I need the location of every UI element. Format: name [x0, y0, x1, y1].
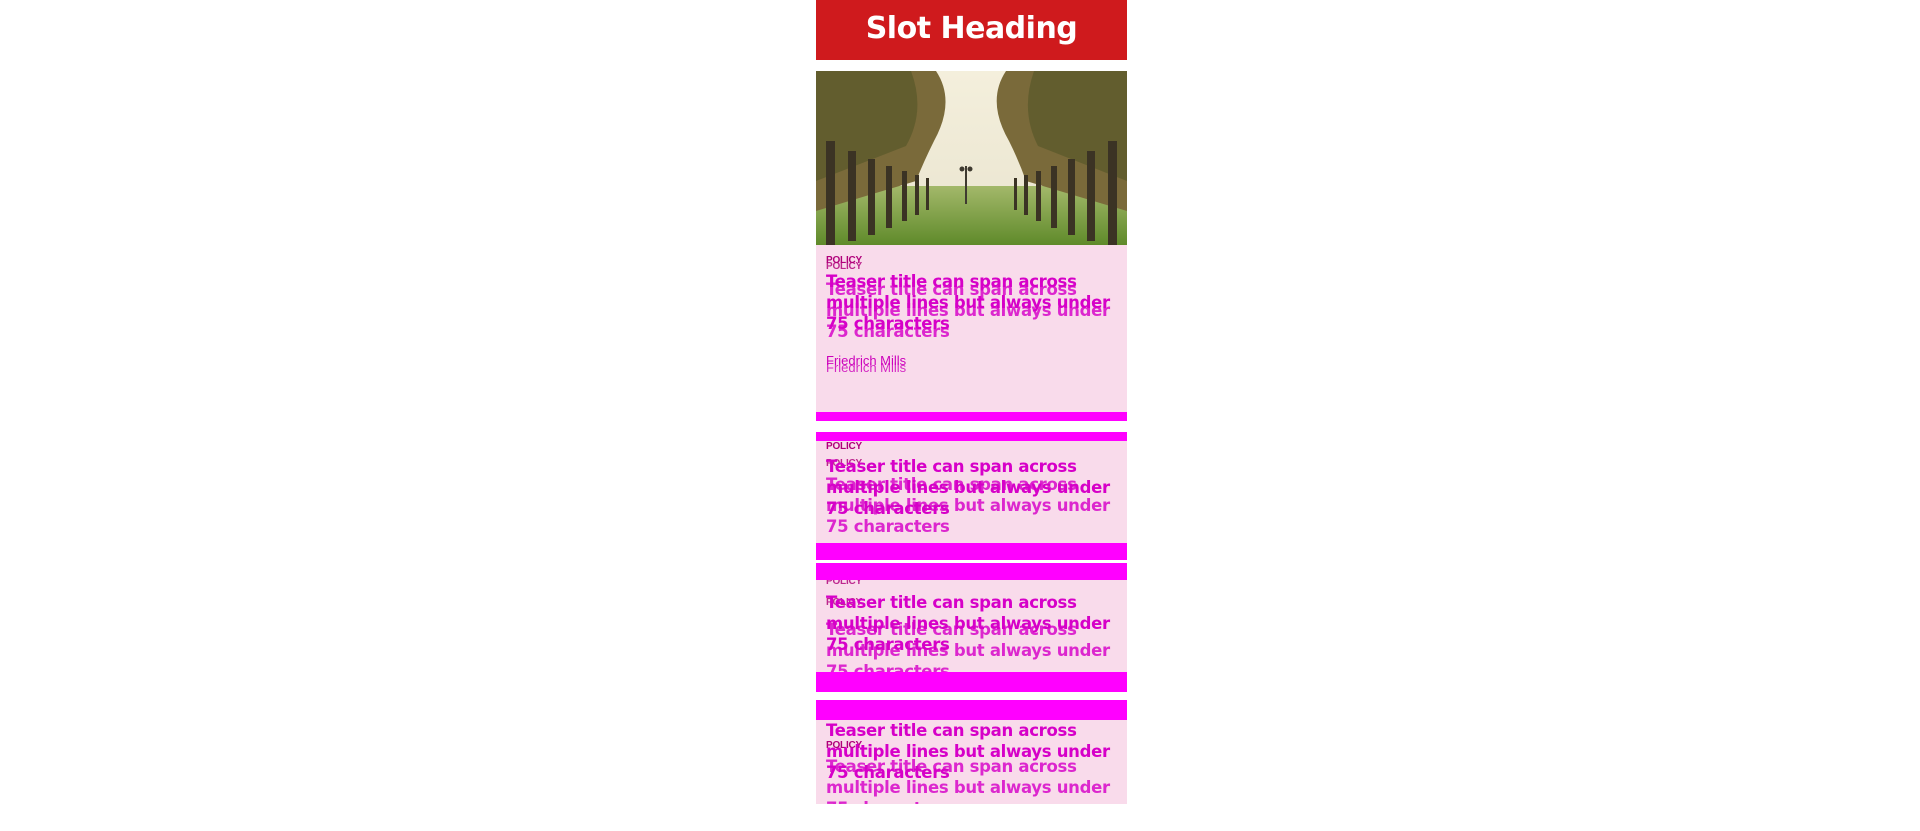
content-slot: Slot Heading POLICY POLICY Teaser title …: [816, 0, 1127, 804]
teaser-card-3[interactable]: POLICY POLICY Teaser title can span acro…: [816, 580, 1127, 672]
teaser-title-duplicate: Teaser title can span across multiple li…: [826, 620, 1110, 672]
teaser-card-2[interactable]: POLICY POLICY Teaser title can span acro…: [816, 441, 1127, 544]
palm-avenue-image: [816, 71, 1127, 245]
slot-heading: Slot Heading: [816, 0, 1127, 60]
teaser-divider: [816, 700, 1127, 720]
hero-image[interactable]: [816, 71, 1127, 245]
teaser-divider: [816, 412, 1127, 421]
teaser-card-1[interactable]: POLICY POLICY Teaser title can span acro…: [816, 245, 1127, 412]
teaser-card-4[interactable]: POLICY Teaser title can span across mult…: [816, 720, 1127, 804]
teaser-title-duplicate: Teaser title can span across multiple li…: [826, 475, 1110, 536]
teaser-category: POLICY: [826, 580, 863, 587]
teaser-title-duplicate: Teaser title can span across multiple li…: [826, 280, 1110, 341]
teaser-divider: [816, 543, 1127, 560]
teaser-divider: [816, 672, 1127, 692]
teaser-category: POLICY: [826, 441, 863, 452]
teaser-title-duplicate: Teaser title can span across multiple li…: [826, 757, 1110, 804]
teaser-author-duplicate: Friedrich Mills: [826, 360, 907, 375]
teaser-divider: [816, 563, 1127, 580]
teaser-divider: [816, 432, 1127, 441]
